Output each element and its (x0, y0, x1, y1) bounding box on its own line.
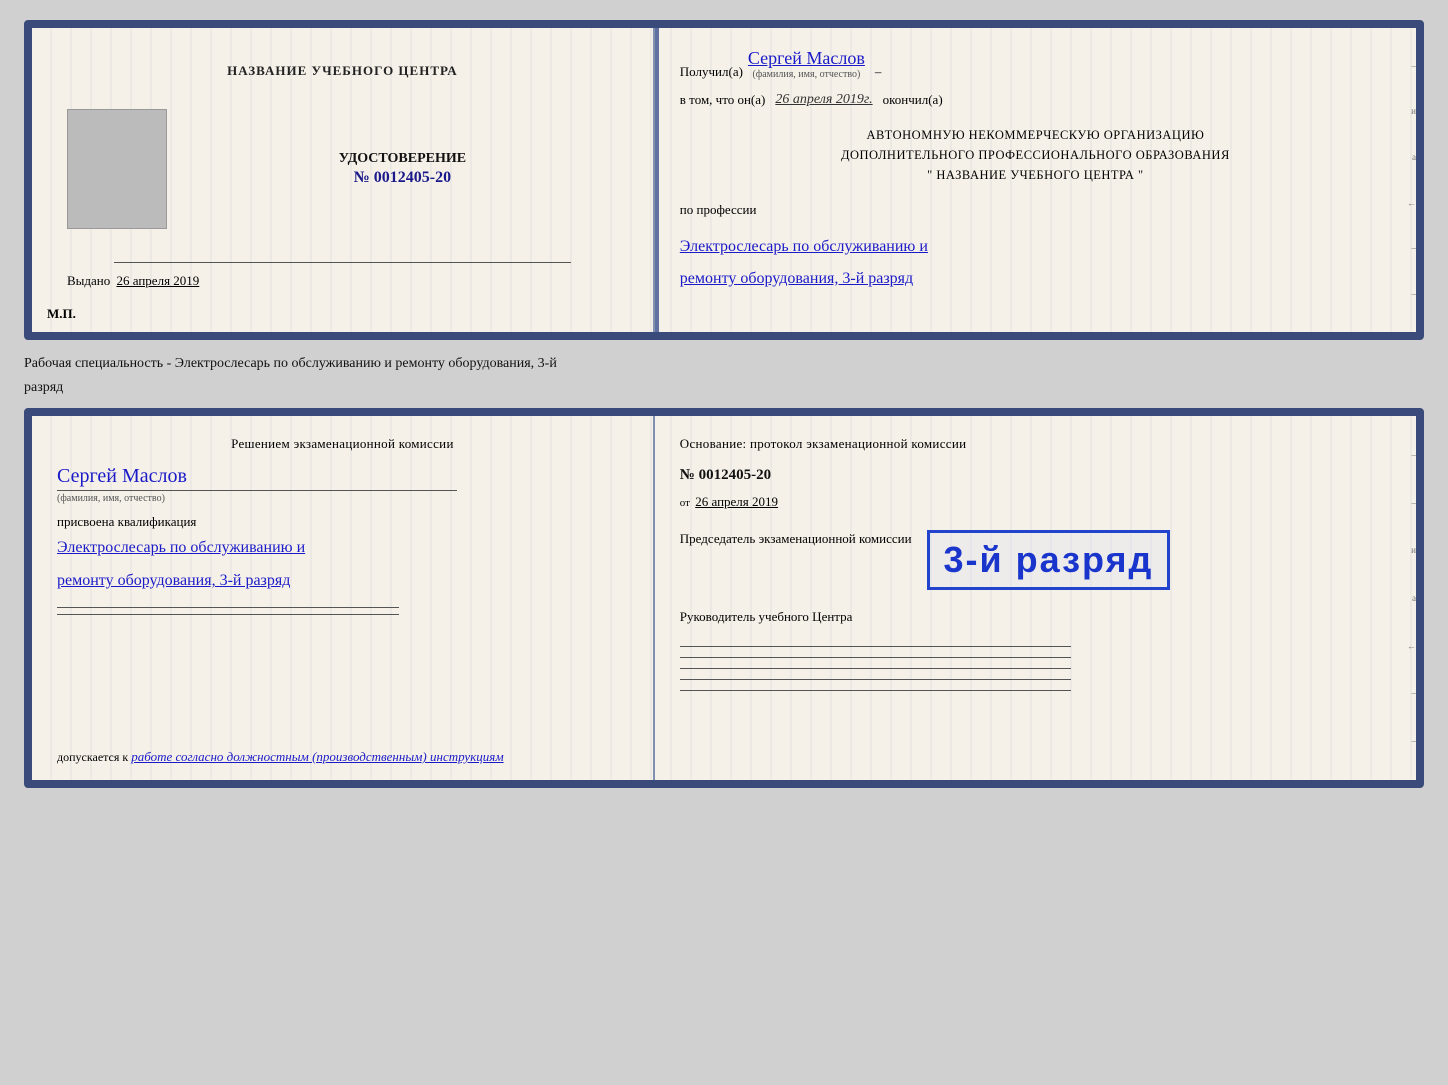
poluchil-label: Получил(а) (680, 64, 743, 80)
vydano-label: Выдано (67, 273, 110, 288)
udostoverenie-label: УДОСТОВЕРЕНИЕ (339, 151, 466, 167)
osnovanie-label: Основание: протокол экзаменационной коми… (680, 436, 1391, 452)
side-decoration-1: – и а ← – – (1398, 43, 1416, 317)
photo-placeholder (67, 109, 167, 229)
fio-subtitle-2: (фамилия, имя, отчество) (57, 493, 628, 504)
prisvoena-label: присвоена квалификация (57, 514, 628, 530)
profession-line2: ремонту оборудования, 3-й разряд (680, 265, 1391, 294)
protocol-number: № 0012405-20 (680, 467, 1391, 484)
dopuskaetsya-block: допускается к работе согласно должностны… (57, 749, 643, 765)
sig-right-2 (680, 657, 1071, 658)
qualification-line2: ремонту оборудования, 3-й разряд (57, 566, 628, 596)
name-handwritten: Сергей Маслов (фамилия, имя, отчество) (748, 48, 865, 80)
mp-label: М.П. (47, 306, 76, 322)
vtom-date: 26 апреля 2019г. (775, 92, 872, 108)
qualification-line1: Электрослесарь по обслуживанию и (57, 533, 628, 563)
sig-line-1 (57, 607, 399, 608)
sig-right-3 (680, 668, 1071, 669)
dash: – (875, 64, 882, 80)
page-wrapper: НАЗВАНИЕ УЧЕБНОГО ЦЕНТРА УДОСТОВЕРЕНИЕ №… (24, 20, 1424, 788)
sig-line-2 (57, 614, 399, 615)
vydano-line: Выдано 26 апреля 2019 (67, 273, 199, 289)
stamp-container: 3-й разряд (927, 530, 1171, 590)
card2-right: Основание: протокол экзаменационной коми… (655, 416, 1416, 780)
sig-right-5 (680, 690, 1071, 691)
poluchil-row: Получил(а) Сергей Маслов (фамилия, имя, … (680, 48, 1391, 80)
card1-right: Получил(а) Сергей Маслов (фамилия, имя, … (655, 28, 1416, 332)
okoncnil-label: окончил(а) (883, 92, 943, 108)
stamp-box: 3-й разряд (927, 530, 1171, 590)
avt-line1: АВТОНОМНУЮ НЕКОММЕРЧЕСКУЮ ОРГАНИЗАЦИЮ (680, 125, 1391, 145)
side-decoration-2: – – и а ← – – (1398, 431, 1416, 765)
po-professii: по профессии (680, 202, 1391, 218)
vydano-date: 26 апреля 2019 (117, 273, 200, 288)
card1-left: НАЗВАНИЕ УЧЕБНОГО ЦЕНТРА УДОСТОВЕРЕНИЕ №… (32, 28, 655, 332)
dopuskaetsya-text: работе согласно должностным (производств… (131, 749, 503, 764)
predsedatel-label: Председатель экзаменационной комиссии (680, 530, 912, 548)
profession-block: Электрослесарь по обслуживанию и ремонту… (680, 230, 1391, 294)
sig-lines-right (680, 646, 1391, 691)
vtom-row: в том, что он(а) 26 апреля 2019г. окончи… (680, 92, 1391, 108)
name2-block: Сергей Маслов (фамилия, имя, отчество) (57, 460, 628, 504)
between-text-line2: разряд (24, 374, 1424, 398)
signature-line-1 (114, 262, 571, 263)
avt-block: АВТОНОМНУЮ НЕКОММЕРЧЕСКУЮ ОРГАНИЗАЦИЮ ДО… (680, 125, 1391, 185)
ot-label: от (680, 497, 690, 509)
sig-right-1 (680, 646, 1071, 647)
qualification-block: Электрослесарь по обслуживанию и ремонту… (57, 530, 628, 597)
signature-lines (57, 607, 628, 615)
sig-right-4 (680, 679, 1071, 680)
fio-line (57, 490, 457, 491)
resheniem-title: Решением экзаменационной комиссии (57, 436, 628, 452)
stamp-predsedatel-row: Председатель экзаменационной комиссии 3-… (680, 525, 1391, 590)
card2-left: Решением экзаменационной комиссии Сергей… (32, 416, 655, 780)
name2-handwritten: Сергей Маслов (57, 465, 628, 488)
dopuskaetsya-label: допускается к (57, 750, 128, 764)
center-name-label: НАЗВАНИЕ УЧЕБНОГО ЦЕНТРА (227, 63, 458, 79)
profession-line1: Электрослесарь по обслуживанию и (680, 233, 1391, 262)
ot-date: 26 апреля 2019 (695, 494, 778, 509)
predsedatel-block: Председатель экзаменационной комиссии (680, 525, 912, 548)
ot-line: от 26 апреля 2019 (680, 494, 1391, 510)
document-card-1: НАЗВАНИЕ УЧЕБНОГО ЦЕНТРА УДОСТОВЕРЕНИЕ №… (24, 20, 1424, 340)
avt-line3: " НАЗВАНИЕ УЧЕБНОГО ЦЕНТРА " (680, 165, 1391, 185)
between-text-line1: Рабочая специальность - Электрослесарь п… (24, 350, 1424, 374)
avt-line2: ДОПОЛНИТЕЛЬНОГО ПРОФЕССИОНАЛЬНОГО ОБРАЗО… (680, 145, 1391, 165)
udostoverenie-number: № 0012405-20 (354, 169, 451, 187)
stamp-text: 3-й разряд (944, 539, 1154, 581)
vtom-label: в том, что он(а) (680, 92, 766, 108)
document-card-2: Решением экзаменационной комиссии Сергей… (24, 408, 1424, 788)
rukovoditel-label: Руководитель учебного Центра (680, 608, 1391, 626)
between-text-block: Рабочая специальность - Электрослесарь п… (24, 350, 1424, 398)
